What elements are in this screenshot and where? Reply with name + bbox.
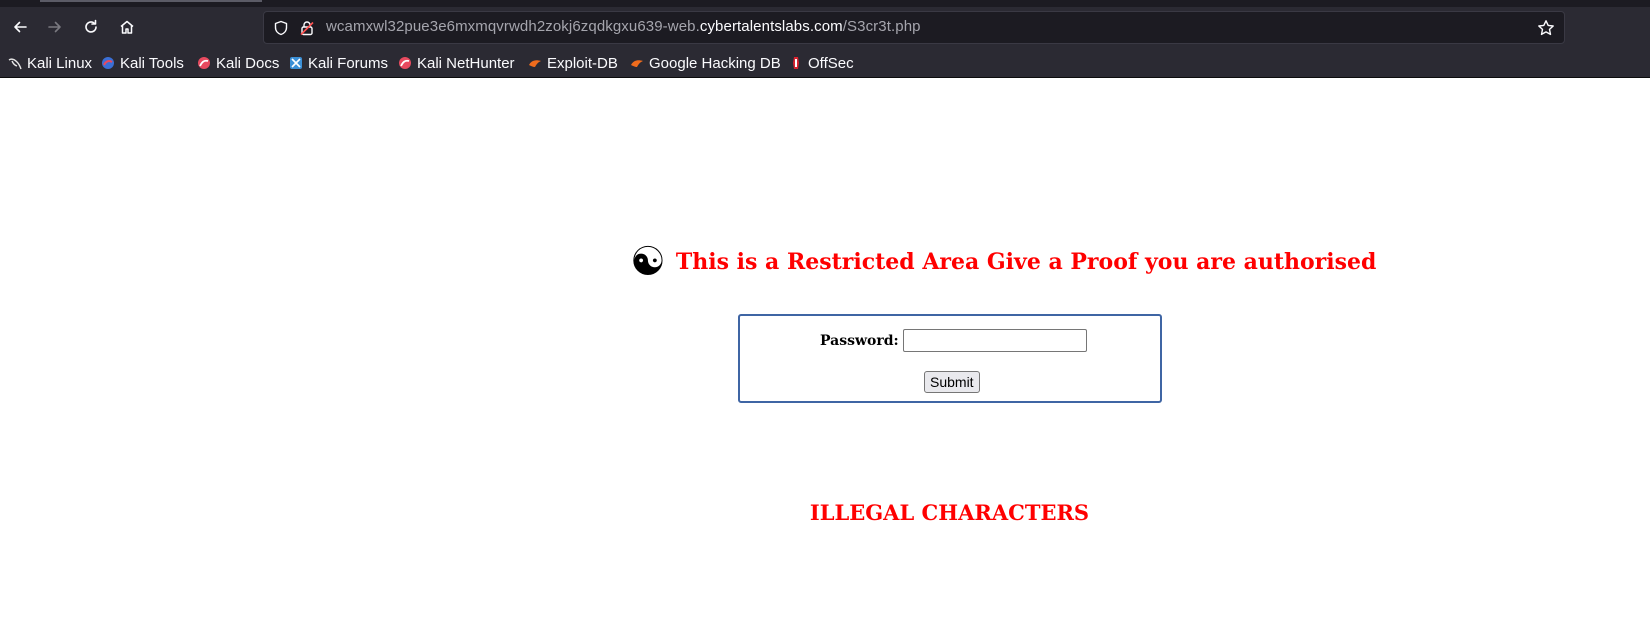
yin-yang-icon: ☯ (630, 239, 666, 285)
arrow-right-icon (48, 21, 61, 33)
home-icon (120, 20, 134, 34)
reload-icon (85, 19, 97, 33)
bookmark-label: Kali NetHunter (417, 54, 515, 72)
bookmark-label: Exploit-DB (547, 54, 618, 72)
bookmark-label: Kali Linux (27, 54, 93, 72)
bookmark-label: Google Hacking DB (649, 54, 781, 72)
bookmark-label: OffSec (808, 54, 854, 72)
star-icon[interactable] (1537, 19, 1555, 37)
bookmark-kali-docs[interactable]: Kali Docs (197, 53, 279, 73)
bookmark-kali-tools[interactable]: Kali Tools (101, 53, 184, 73)
shield-icon[interactable] (273, 20, 289, 36)
bookmark-kali-nethunter[interactable]: Kali NetHunter (398, 53, 515, 73)
bookmark-label: Kali Docs (216, 54, 280, 72)
kali-nethunter-icon (398, 56, 412, 70)
password-row: Password: (820, 329, 1087, 352)
kali-forums-icon (289, 56, 303, 70)
offsec-icon (789, 56, 803, 70)
page-title: This is a Restricted Area Give a Proof y… (675, 249, 1377, 275)
insecure-lock-icon[interactable] (299, 20, 315, 36)
url-text[interactable]: wcamxwl32pue3e6mxmqvrwdh2zokj6zqdkgxu639… (326, 18, 921, 35)
bookmark-label: Kali Forums (308, 54, 389, 72)
password-label: Password: (820, 332, 899, 349)
error-message: ILLEGAL CHARACTERS (809, 500, 1090, 525)
navigation-toolbar: wcamxwl32pue3e6mxmqvrwdh2zokj6zqdkgxu639… (0, 7, 1650, 48)
active-tab-indicator[interactable] (40, 0, 262, 2)
kali-dragon-icon (8, 56, 22, 70)
url-prefix: wcamxwl32pue3e6mxmqvrwdh2zokj6zqdkgxu639… (326, 18, 700, 35)
bookmark-google-hacking-db[interactable]: Google Hacking DB (630, 53, 781, 73)
bookmark-offsec[interactable]: OffSec (789, 53, 854, 73)
forward-button[interactable] (40, 13, 70, 41)
url-path: /S3cr3t.php (842, 18, 921, 35)
kali-docs-icon (197, 56, 211, 70)
reload-button[interactable] (76, 13, 106, 41)
tab-strip (0, 0, 1650, 7)
bookmark-kali-forums[interactable]: Kali Forums (289, 53, 388, 73)
login-form: Password: Submit (738, 314, 1162, 403)
bookmark-exploit-db[interactable]: Exploit-DB (528, 53, 618, 73)
submit-button[interactable]: Submit (924, 371, 980, 393)
page-heading: ☯ This is a Restricted Area Give a Proof… (630, 242, 1376, 282)
password-input[interactable] (902, 329, 1087, 352)
bookmark-label: Kali Tools (120, 54, 184, 72)
bookmarks-toolbar: Kali Linux Kali Tools Kali Docs Kali For… (0, 48, 1650, 78)
address-bar[interactable]: wcamxwl32pue3e6mxmqvrwdh2zokj6zqdkgxu639… (263, 11, 1565, 44)
google-hacking-db-icon (630, 56, 644, 70)
url-domain: cybertalentslabs.com (699, 18, 843, 35)
bookmark-kali-linux[interactable]: Kali Linux (8, 53, 92, 73)
exploit-db-icon (528, 56, 542, 70)
arrow-left-icon (14, 21, 27, 33)
home-button[interactable] (112, 13, 142, 41)
back-button[interactable] (5, 13, 35, 41)
kali-tools-icon (101, 56, 115, 70)
